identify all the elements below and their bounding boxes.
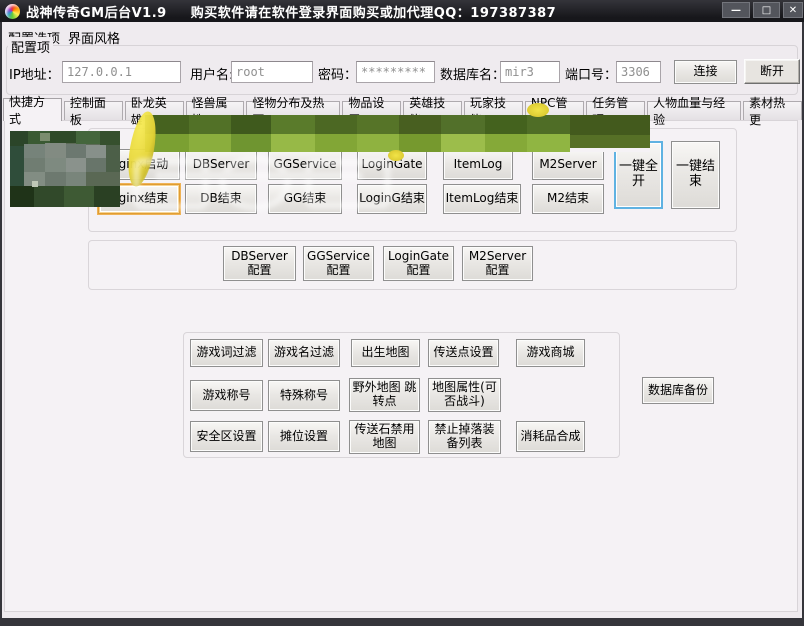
ip-label: IP地址： bbox=[9, 64, 60, 83]
safe-zone-button[interactable]: 安全区设置 bbox=[190, 421, 263, 452]
teleport-stone-ban-button[interactable]: 传送石禁用地图 bbox=[349, 420, 420, 454]
nginx-start-button[interactable]: Nginx启动 bbox=[98, 149, 180, 180]
map-attr-combat-button[interactable]: 地图属性(可否战斗) bbox=[428, 378, 501, 412]
logingate-button[interactable]: LoginGate bbox=[357, 149, 427, 180]
purchase-notice: 购买软件请在软件登录界面购买或加代理QQ：197387387 bbox=[191, 2, 557, 21]
window-title: 战神传奇GM后台V1.9 bbox=[26, 2, 167, 21]
ggservice-config-button[interactable]: GGService 配置 bbox=[303, 246, 374, 281]
tab-control-panel[interactable]: 控制面板 bbox=[64, 101, 123, 120]
dbserver-button[interactable]: DBServer bbox=[185, 149, 257, 180]
tab-hp-exp[interactable]: 人物血量与经验 bbox=[647, 101, 741, 120]
tab-npc-manage[interactable]: NPC管理 bbox=[525, 101, 584, 120]
connect-button[interactable]: 连接 bbox=[674, 60, 737, 84]
tab-task-manage[interactable]: 任务管理 bbox=[586, 101, 645, 120]
database-input[interactable] bbox=[500, 61, 560, 83]
dbserver-config-button[interactable]: DBServer 配置 bbox=[223, 246, 296, 281]
one-key-start-all-button[interactable]: 一键全开 bbox=[614, 141, 663, 209]
m2-stop-button[interactable]: M2结束 bbox=[532, 184, 604, 214]
tab-monster-distribution[interactable]: 怪物分布及热更 bbox=[246, 101, 340, 120]
game-title-button[interactable]: 游戏称号 bbox=[190, 380, 263, 411]
loging-stop-button[interactable]: LoginG结束 bbox=[357, 184, 427, 214]
port-input[interactable] bbox=[616, 61, 661, 83]
username-input[interactable] bbox=[231, 61, 313, 83]
close-button[interactable]: ✕ bbox=[783, 2, 803, 18]
tab-shortcuts[interactable]: 快捷方式 bbox=[3, 98, 62, 121]
teleport-point-button[interactable]: 传送点设置 bbox=[428, 339, 499, 367]
name-filter-button[interactable]: 游戏名过滤 bbox=[268, 339, 340, 367]
spawn-map-button[interactable]: 出生地图 bbox=[351, 339, 420, 367]
username-label: 用户名: bbox=[190, 64, 233, 83]
special-title-button[interactable]: 特殊称号 bbox=[268, 380, 340, 411]
itemlog-stop-button[interactable]: ItemLog结束 bbox=[443, 184, 521, 214]
consumable-craft-button[interactable]: 消耗品合成 bbox=[516, 421, 585, 452]
disconnect-button[interactable]: 断开 bbox=[744, 59, 800, 84]
game-mall-button[interactable]: 游戏商城 bbox=[516, 339, 585, 367]
stall-settings-button[interactable]: 摊位设置 bbox=[268, 421, 340, 452]
ggservice-button[interactable]: GGService bbox=[268, 149, 342, 180]
wild-map-jump-button[interactable]: 野外地图 跳转点 bbox=[349, 378, 420, 412]
logingate-config-button[interactable]: LoginGate 配置 bbox=[383, 246, 454, 281]
app-window: 战神传奇GM后台V1.9 购买软件请在软件登录界面购买或加代理QQ：197387… bbox=[0, 0, 804, 626]
maximize-button[interactable]: □ bbox=[753, 2, 780, 18]
minimize-icon: — bbox=[731, 5, 741, 16]
maximize-icon: □ bbox=[762, 5, 771, 16]
tab-hero-skills[interactable]: 英雄技能 bbox=[403, 101, 462, 120]
tab-player-skills[interactable]: 玩家技能 bbox=[464, 101, 523, 120]
title-bar: 战神传奇GM后台V1.9 购买软件请在软件登录界面购买或加代理QQ：197387… bbox=[0, 0, 804, 22]
ip-input[interactable] bbox=[62, 61, 181, 83]
app-icon bbox=[5, 4, 20, 19]
minimize-button[interactable]: — bbox=[722, 2, 750, 18]
word-filter-button[interactable]: 游戏词过滤 bbox=[190, 339, 263, 367]
m2server-button[interactable]: M2Server bbox=[532, 149, 604, 180]
tab-item-settings[interactable]: 物品设置 bbox=[342, 101, 401, 120]
database-label: 数据库名： bbox=[440, 64, 505, 83]
database-backup-button[interactable]: 数据库备份 bbox=[642, 377, 714, 404]
db-stop-button[interactable]: DB结束 bbox=[185, 184, 257, 214]
m2server-config-button[interactable]: M2Server 配置 bbox=[462, 246, 533, 281]
itemlog-button[interactable]: ItemLog bbox=[443, 149, 513, 180]
port-label: 端口号： bbox=[565, 64, 617, 83]
tab-material-update[interactable]: 素材热更 bbox=[743, 101, 802, 120]
tab-monster-attr[interactable]: 怪兽属性 bbox=[186, 101, 245, 120]
password-label: 密码： bbox=[318, 64, 357, 83]
config-group-title: 配置项 bbox=[8, 37, 53, 56]
gg-stop-button[interactable]: GG结束 bbox=[268, 184, 342, 214]
nginx-stop-button[interactable]: Nginx结束 bbox=[98, 184, 180, 214]
no-drop-equip-button[interactable]: 禁止掉落装备列表 bbox=[428, 420, 501, 454]
one-key-stop-all-button[interactable]: 一键结束 bbox=[671, 141, 720, 209]
close-icon: ✕ bbox=[789, 5, 797, 16]
tab-strip: 快捷方式 控制面板 卧龙英雄 怪兽属性 怪物分布及热更 物品设置 英雄技能 玩家… bbox=[3, 98, 804, 121]
tab-wolong-hero[interactable]: 卧龙英雄 bbox=[125, 101, 184, 120]
password-input[interactable] bbox=[356, 61, 435, 83]
